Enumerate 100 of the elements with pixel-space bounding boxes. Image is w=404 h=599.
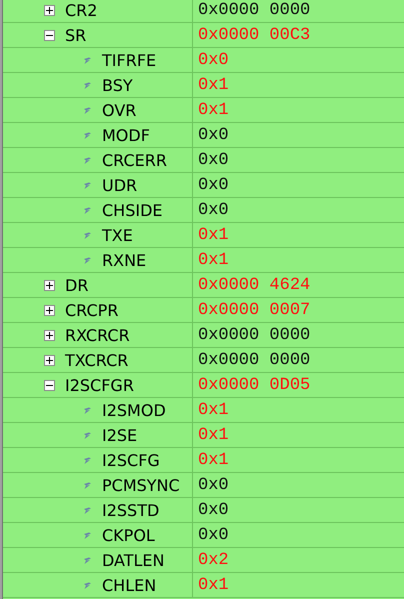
field-row[interactable]: CRCERR 0x0 xyxy=(3,148,404,173)
expand-button[interactable] xyxy=(44,4,55,16)
field-value: 0x1 xyxy=(198,400,229,420)
field-icon xyxy=(83,256,92,264)
field-value: 0x0 xyxy=(198,200,229,220)
register-name: DR xyxy=(65,276,88,294)
field-icon xyxy=(83,56,92,64)
field-value: 0x0 xyxy=(198,176,229,194)
field-value: 0x0 xyxy=(198,476,229,494)
field-row[interactable]: BSY 0x1 xyxy=(3,73,404,98)
field-row[interactable]: OVR 0x1 xyxy=(3,98,404,123)
field-name: I2SCFG xyxy=(102,450,160,470)
field-icon xyxy=(83,580,92,590)
field-name: UDR xyxy=(102,176,138,194)
field-name: CHLEN xyxy=(102,576,156,594)
register-value: 0x0000 0D05 xyxy=(198,376,310,394)
register-row[interactable]: SR 0x0000 00C3 xyxy=(3,23,404,48)
field-value: 0x1 xyxy=(198,100,229,120)
field-row[interactable]: I2SMOD 0x1 xyxy=(3,398,404,423)
register-row[interactable]: RXCRCR 0x0000 0000 xyxy=(3,323,404,348)
field-row[interactable]: I2SCFG 0x1 xyxy=(3,448,404,473)
field-icon xyxy=(83,406,92,414)
field-name: OVR xyxy=(102,100,136,120)
field-icon xyxy=(83,456,92,464)
plus-icon xyxy=(45,6,54,14)
field-name: PCMSYNC xyxy=(102,476,180,494)
register-row[interactable]: CRCPR 0x0000 0007 xyxy=(3,298,404,323)
field-value: 0x0 xyxy=(198,150,229,170)
register-value: 0x0000 0000 xyxy=(198,350,310,370)
register-row[interactable]: CR2 0x0000 0000 xyxy=(3,0,404,23)
register-name: CRCPR xyxy=(65,300,118,320)
field-name: I2SMOD xyxy=(102,400,166,420)
field-icon xyxy=(83,80,92,90)
field-row[interactable]: CHLEN 0x1 xyxy=(3,573,404,598)
field-name: TIFRFE xyxy=(102,50,156,70)
field-icon xyxy=(83,106,92,114)
field-icon xyxy=(83,156,92,164)
field-name: DATLEN xyxy=(102,550,165,570)
field-value: 0x0 xyxy=(198,500,229,520)
field-name: I2SE xyxy=(102,426,138,444)
register-name: TXCRCR xyxy=(65,350,128,370)
field-name: CHSIDE xyxy=(102,200,163,220)
plus-icon xyxy=(45,280,54,290)
field-row[interactable]: CHSIDE 0x0 xyxy=(3,198,404,223)
field-value: 0x0 xyxy=(198,526,229,544)
field-value: 0x1 xyxy=(198,576,229,594)
field-name: CKPOL xyxy=(102,526,155,544)
field-row[interactable]: RXNE 0x1 xyxy=(3,248,404,273)
field-name: RXNE xyxy=(102,250,146,270)
field-value: 0x1 xyxy=(198,450,229,470)
register-value: 0x0000 4624 xyxy=(198,276,310,294)
register-value: 0x0000 0007 xyxy=(198,300,310,320)
register-value: 0x0000 00C3 xyxy=(198,26,310,44)
field-icon xyxy=(83,180,92,190)
field-row[interactable]: TXE 0x1 xyxy=(3,223,404,248)
field-value: 0x1 xyxy=(198,76,229,94)
register-name: RXCRCR xyxy=(65,326,130,344)
field-name: MODF xyxy=(102,126,150,144)
register-row[interactable]: I2SCFGR 0x0000 0D05 xyxy=(3,373,404,398)
collapse-button[interactable] xyxy=(44,30,55,40)
field-icon xyxy=(83,506,92,514)
field-icon xyxy=(83,206,92,214)
field-icon xyxy=(83,530,92,540)
register-value: 0x0000 0000 xyxy=(198,326,310,344)
field-icon xyxy=(83,556,92,564)
plus-icon xyxy=(45,356,54,364)
register-name: CR2 xyxy=(65,0,98,20)
field-name: BSY xyxy=(102,76,133,94)
expand-button[interactable] xyxy=(44,354,55,366)
expand-button[interactable] xyxy=(44,330,55,340)
field-value: 0x0 xyxy=(198,126,229,144)
field-icon xyxy=(83,480,92,490)
field-icon xyxy=(83,130,92,140)
register-name: SR xyxy=(65,26,86,44)
plus-icon xyxy=(45,330,54,340)
field-row[interactable]: DATLEN 0x2 xyxy=(3,548,404,573)
field-row[interactable]: PCMSYNC 0x0 xyxy=(3,473,404,498)
field-row[interactable]: CKPOL 0x0 xyxy=(3,523,404,548)
field-value: 0x1 xyxy=(198,226,229,244)
field-row[interactable]: I2SSTD 0x0 xyxy=(3,498,404,523)
field-value: 0x1 xyxy=(198,426,229,444)
register-value: 0x0000 0000 xyxy=(198,0,310,20)
field-icon xyxy=(83,430,92,440)
expand-button[interactable] xyxy=(44,304,55,316)
field-icon xyxy=(83,230,92,240)
register-row[interactable]: DR 0x0000 4624 xyxy=(3,273,404,298)
field-value: 0x0 xyxy=(198,50,229,70)
plus-icon xyxy=(45,306,54,314)
collapse-button[interactable] xyxy=(44,380,55,390)
expand-button[interactable] xyxy=(44,280,55,290)
field-row[interactable]: MODF 0x0 xyxy=(3,123,404,148)
field-name: TXE xyxy=(102,226,133,244)
field-row[interactable]: UDR 0x0 xyxy=(3,173,404,198)
field-value: 0x1 xyxy=(198,250,229,270)
register-row[interactable]: TXCRCR 0x0000 0000 xyxy=(3,348,404,373)
field-row[interactable]: I2SE 0x1 xyxy=(3,423,404,448)
field-row[interactable]: TIFRFE 0x0 xyxy=(3,48,404,73)
field-name: I2SSTD xyxy=(102,500,160,520)
field-name: CRCERR xyxy=(102,150,168,170)
field-value: 0x2 xyxy=(198,550,229,570)
